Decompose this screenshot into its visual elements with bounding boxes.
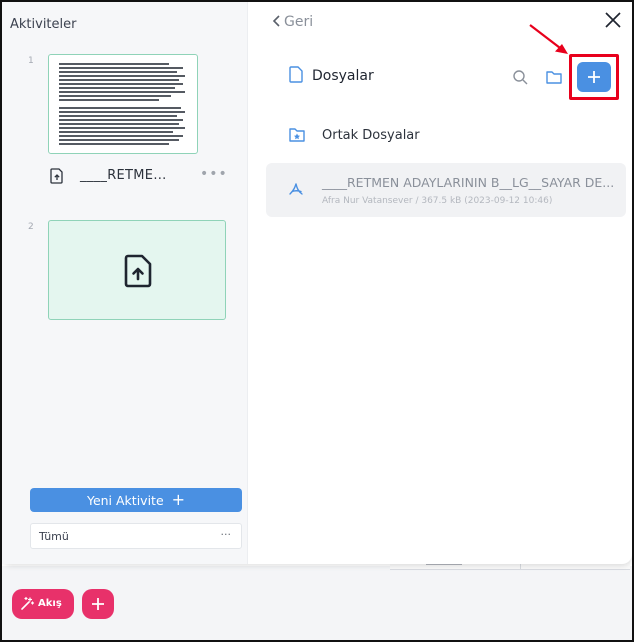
filter-more-icon: ··· — [220, 528, 232, 541]
flow-button[interactable]: Akış — [12, 589, 74, 619]
file-name: ____RETMEN ADAYLARININ B__LG__SAYAR DE..… — [322, 175, 615, 190]
back-label: Geri — [284, 14, 314, 30]
file-icon — [289, 66, 303, 83]
file-meta: Afra Nur Vatansever / 367.5 kB (2023-09-… — [322, 196, 553, 206]
add-button[interactable] — [82, 589, 114, 619]
chevron-left-icon — [272, 15, 280, 27]
activities-panel: Aktiviteler 1 ____RETME... ••• 2 Yeni Ak… — [2, 2, 632, 564]
activity-file-row[interactable]: ____RETME... ••• — [50, 166, 230, 186]
file-list-item[interactable]: ____RETMEN ADAYLARININ B__LG__SAYAR DE..… — [266, 163, 626, 217]
activity-file-name: ____RETME... — [80, 168, 167, 183]
slot-number: 1 — [28, 56, 34, 66]
close-icon[interactable] — [603, 10, 623, 30]
shared-folder-icon — [289, 128, 305, 142]
flow-label: Akış — [38, 598, 62, 609]
plus-icon — [92, 598, 104, 610]
file-upload-icon — [50, 168, 63, 184]
pdf-icon — [289, 183, 303, 195]
more-options-button[interactable]: ••• — [200, 166, 228, 182]
activity-filter-select[interactable]: Tümü ··· — [30, 523, 242, 549]
plus-icon — [588, 71, 600, 83]
magic-wand-icon — [21, 596, 35, 610]
activities-sidebar: Aktiviteler 1 ____RETME... ••• 2 Yeni Ak… — [2, 2, 248, 564]
new-activity-button[interactable]: Yeni Aktivite + — [30, 488, 242, 512]
annotation-arrow — [529, 24, 568, 54]
back-button[interactable]: Geri — [272, 14, 313, 30]
filter-value: Tümü — [39, 530, 69, 543]
files-section-title: Dosyalar — [312, 68, 374, 84]
upload-slot[interactable] — [48, 220, 226, 320]
document-thumbnail[interactable] — [48, 54, 198, 154]
search-icon[interactable] — [512, 69, 528, 85]
folder-icon[interactable] — [546, 70, 562, 84]
file-upload-icon — [124, 254, 152, 288]
plus-icon: + — [171, 490, 186, 509]
new-activity-label: Yeni Aktivite — [86, 493, 164, 508]
add-file-button[interactable] — [577, 62, 611, 92]
activities-title: Aktiviteler — [10, 17, 77, 32]
shared-files-folder[interactable]: Ortak Dosyalar — [322, 128, 420, 143]
slot-number: 2 — [28, 222, 34, 232]
